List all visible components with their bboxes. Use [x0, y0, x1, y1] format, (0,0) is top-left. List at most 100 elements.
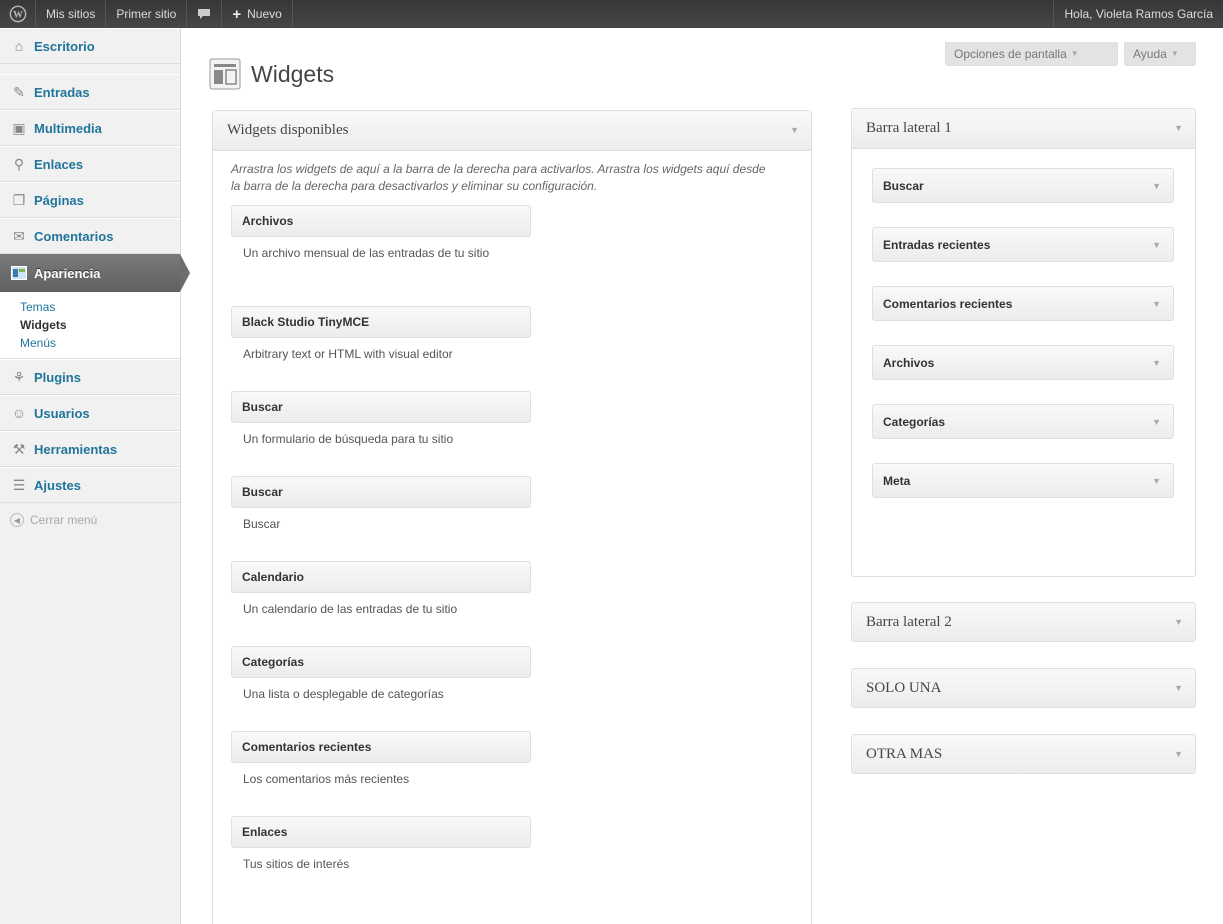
menu-item-multimedia[interactable]: ▣ Multimedia: [0, 110, 180, 146]
sidebar-widget-label: Categorías: [883, 414, 946, 429]
widgets-icon: [209, 58, 241, 90]
collapse-toggle-icon[interactable]: ▼: [1174, 123, 1183, 133]
sidebar-area-1-header[interactable]: Barra lateral 1 ▼: [852, 109, 1195, 149]
menu-item-comentarios[interactable]: ✉ Comentarios: [0, 218, 180, 254]
chevron-down-icon[interactable]: ▼: [1152, 417, 1161, 427]
menu-item-label: Ajustes: [34, 477, 81, 493]
collapse-menu-button[interactable]: ◀ Cerrar menú: [0, 503, 180, 537]
collapse-toggle-icon[interactable]: ▼: [1174, 683, 1183, 693]
menu-item-label: Comentarios: [34, 228, 114, 244]
widget-description: Buscar: [243, 517, 281, 531]
menu-item-ajustes[interactable]: ☰ Ajustes: [0, 467, 180, 503]
chevron-down-icon[interactable]: ▼: [1152, 181, 1161, 191]
collapse-label: Cerrar menú: [30, 513, 98, 527]
new-content-label: Nuevo: [247, 7, 282, 21]
menu-item-entradas[interactable]: ✎ Entradas: [0, 74, 180, 110]
available-widget[interactable]: Calendario: [231, 561, 531, 593]
chevron-down-icon[interactable]: ▼: [1152, 240, 1161, 250]
collapse-arrow-icon: ◀: [10, 513, 24, 527]
my-sites-link[interactable]: Mis sitios: [36, 0, 107, 28]
widget-description: Tus sitios de interés: [243, 857, 350, 871]
menu-item-herramientas[interactable]: ⚒ Herramientas: [0, 431, 180, 467]
menu-item-apariencia[interactable]: Apariencia: [0, 254, 190, 292]
widget-description: Un archivo mensual de las entradas de tu…: [243, 246, 490, 260]
menu-item-label: Páginas: [34, 192, 84, 208]
available-widget[interactable]: Buscar: [231, 391, 531, 423]
menu-item-usuarios[interactable]: ☺ Usuarios: [0, 395, 180, 431]
widget-description: Un calendario de las entradas de tu siti…: [243, 602, 458, 616]
sidebar-widget-label: Entradas recientes: [883, 237, 991, 252]
collapse-toggle-icon[interactable]: ▼: [1174, 617, 1183, 627]
menu-item-label: Enlaces: [34, 156, 84, 172]
menu-item-label: Plugins: [34, 369, 81, 385]
sidebar-widget[interactable]: Buscar ▼: [872, 168, 1174, 203]
settings-icon: ☰: [12, 476, 26, 493]
page-icon: ❐: [12, 191, 26, 208]
home-icon: ⌂: [14, 38, 24, 54]
chevron-down-icon: ▼: [1170, 49, 1179, 58]
sidebar-widget[interactable]: Meta ▼: [872, 463, 1174, 498]
account-greeting[interactable]: Hola, Violeta Ramos García: [1053, 0, 1223, 28]
admin-bar: W Mis sitios Primer sitio + Nuevo Hola, …: [0, 0, 1223, 28]
sidebar-area-title: OTRA MAS: [866, 745, 943, 762]
sidebar-widget[interactable]: Categorías ▼: [872, 404, 1174, 439]
pin-icon: ✎: [13, 83, 25, 100]
sidebar-area-title: SOLO UNA: [866, 679, 942, 696]
menu-item-enlaces[interactable]: ⚲ Enlaces: [0, 146, 180, 182]
collapse-toggle-icon[interactable]: ▼: [790, 125, 799, 135]
available-widget[interactable]: Categorías: [231, 646, 531, 678]
plus-icon: +: [232, 5, 242, 23]
new-content-link[interactable]: + Nuevo: [222, 0, 293, 28]
available-widget[interactable]: Black Studio TinyMCE: [231, 306, 531, 338]
menu-item-label: Multimedia: [34, 120, 102, 136]
menu-item-plugins[interactable]: ⚘ Plugins: [0, 359, 180, 395]
site-name-link[interactable]: Primer sitio: [106, 0, 188, 28]
screen-options-label: Opciones de pantalla: [954, 46, 1067, 61]
available-widget[interactable]: Buscar: [231, 476, 531, 508]
menu-item-label: Herramientas: [34, 441, 118, 457]
menu-item-paginas[interactable]: ❐ Páginas: [0, 182, 180, 218]
wordpress-logo-icon[interactable]: W: [0, 0, 36, 28]
sidebar-area-1-title: Barra lateral 1: [866, 120, 952, 136]
chevron-down-icon[interactable]: ▼: [1152, 476, 1161, 486]
comments-icon[interactable]: [187, 0, 223, 28]
sidebar-area-otra-mas[interactable]: OTRA MAS ▼: [851, 734, 1196, 774]
submenu-item-menus[interactable]: Menús: [20, 334, 180, 352]
collapse-toggle-icon[interactable]: ▼: [1174, 749, 1183, 759]
menu-item-escritorio[interactable]: ⌂ Escritorio: [0, 28, 180, 64]
screen-options-button[interactable]: Opciones de pantalla ▼: [945, 42, 1118, 66]
sidebar-widget[interactable]: Archivos ▼: [872, 345, 1174, 380]
sidebar-area-2[interactable]: Barra lateral 2 ▼: [851, 602, 1196, 642]
chevron-down-icon[interactable]: ▼: [1152, 358, 1161, 368]
available-widget[interactable]: Enlaces: [231, 816, 531, 848]
page-title: Widgets: [209, 58, 334, 90]
admin-bar-spacer: [293, 0, 1054, 28]
available-widget[interactable]: Comentarios recientes: [231, 731, 531, 763]
tools-icon: ⚒: [12, 440, 26, 457]
help-button[interactable]: Ayuda ▼: [1124, 42, 1196, 66]
sidebar-widget-label: Meta: [883, 473, 911, 488]
sidebar-area-solo-una[interactable]: SOLO UNA ▼: [851, 668, 1196, 708]
available-widgets-header[interactable]: Widgets disponibles ▼: [213, 111, 811, 151]
sidebar-widget-label: Comentarios recientes: [883, 296, 1013, 311]
sidebar-widget[interactable]: Entradas recientes ▼: [872, 227, 1174, 262]
sidebar-area-1-body: Buscar ▼ Entradas recientes ▼ Comentarios re…: [852, 149, 1195, 498]
menu-item-label: Escritorio: [34, 38, 95, 54]
link-icon: ⚲: [13, 155, 25, 172]
svg-text:W: W: [13, 10, 23, 21]
users-icon: ☺: [11, 405, 27, 421]
sidebar-widget-label: Buscar: [883, 178, 924, 193]
comment-icon: ✉: [13, 227, 25, 244]
available-widgets-panel: Widgets disponibles ▼ Arrastra los widge…: [212, 110, 812, 924]
chevron-down-icon[interactable]: ▼: [1152, 299, 1161, 309]
chevron-down-icon: ▼: [1070, 49, 1079, 58]
submenu-item-temas[interactable]: Temas: [20, 298, 180, 316]
menu-item-label: Usuarios: [34, 405, 90, 421]
widget-description: Arbitrary text or HTML with visual edito…: [243, 347, 453, 361]
submenu-item-widgets[interactable]: Widgets: [20, 316, 180, 334]
available-widget[interactable]: Archivos: [231, 205, 531, 237]
widget-description: Una lista o desplegable de categorías: [243, 687, 444, 701]
sidebar-widget[interactable]: Comentarios recientes ▼: [872, 286, 1174, 321]
sidebar-area-title: Barra lateral 2: [866, 613, 952, 630]
menu-item-label: Apariencia: [34, 265, 101, 281]
